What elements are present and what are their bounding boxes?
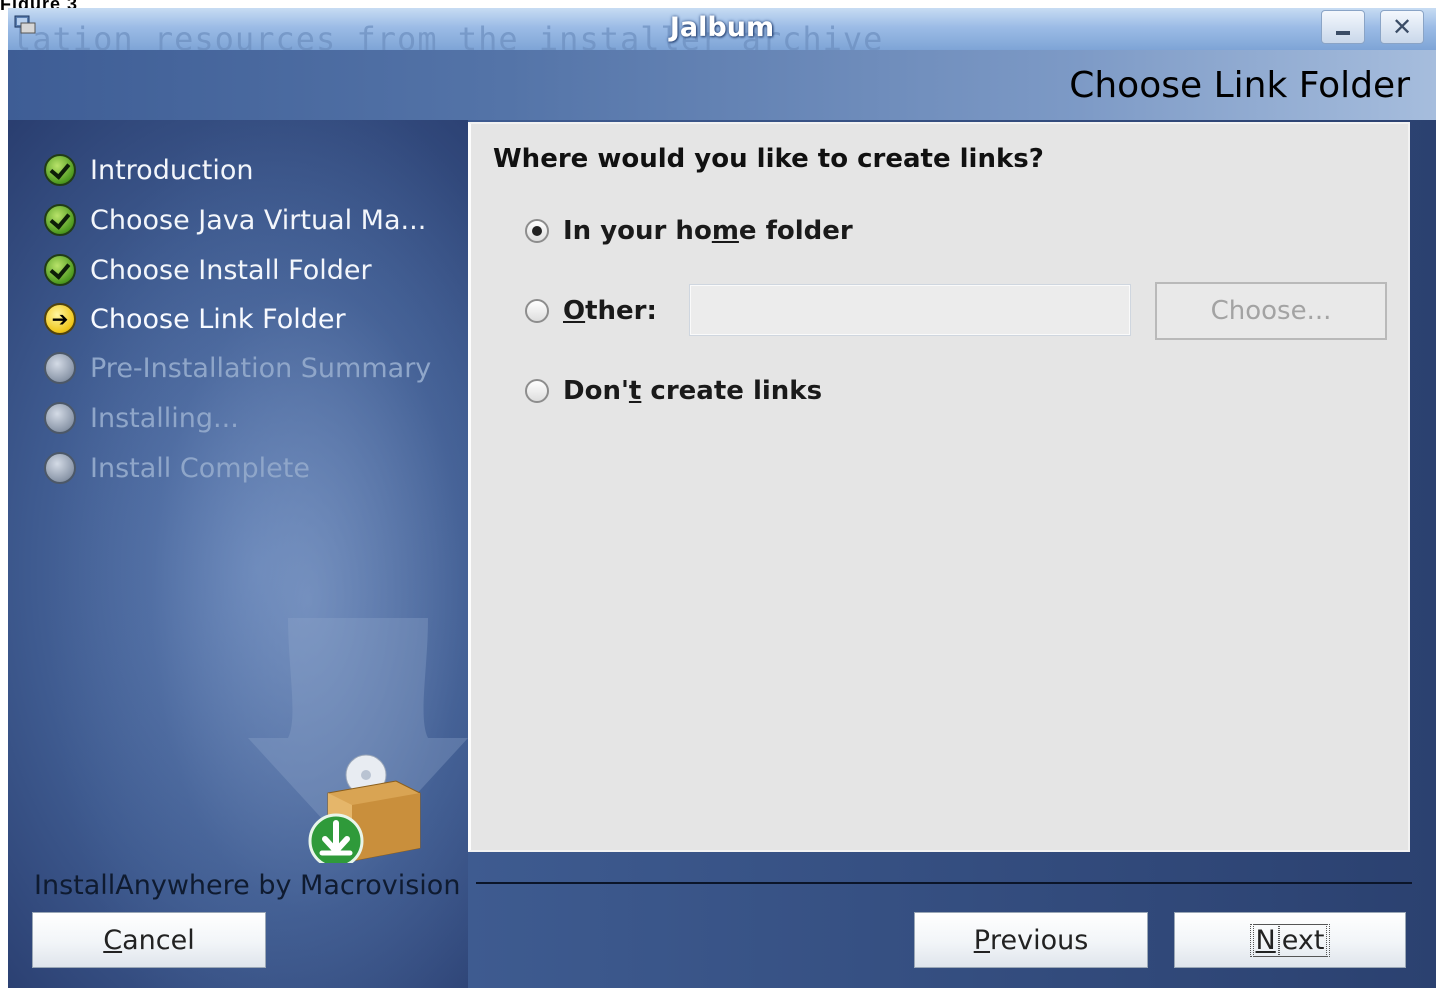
option-home-folder[interactable]: In your home folder (525, 216, 853, 246)
minimize-button[interactable] (1321, 10, 1365, 44)
radio-button-selected[interactable] (525, 219, 549, 243)
page-title: Choose Link Folder (1069, 65, 1410, 106)
close-icon: ✕ (1391, 13, 1413, 41)
previous-button[interactable]: Previous (914, 912, 1148, 968)
choose-button[interactable]: Choose... (1155, 282, 1387, 340)
step-item: Pre-Installation Summary (44, 351, 431, 385)
check-icon (44, 254, 76, 286)
step-item: Installing... (44, 401, 239, 435)
step-item: Install Complete (44, 451, 310, 485)
option-label: Don't create links (563, 376, 823, 406)
step-label: Pre-Installation Summary (90, 352, 432, 384)
pending-circle-icon (44, 402, 76, 434)
option-label: In your home folder (563, 216, 853, 246)
step-label: Install Complete (90, 452, 310, 484)
other-path-input[interactable] (689, 284, 1131, 336)
step-item: Choose Java Virtual Ma... (44, 203, 426, 237)
radio-button[interactable] (525, 299, 549, 323)
radio-button[interactable] (525, 379, 549, 403)
option-dont-create-links[interactable]: Don't create links (525, 376, 822, 406)
step-label: Choose Install Folder (90, 254, 372, 286)
question-heading: Where would you like to create links? (493, 144, 1044, 174)
step-item: Choose Install Folder (44, 253, 372, 287)
pending-circle-icon (44, 452, 76, 484)
step-label: Introduction (90, 154, 254, 186)
arrow-right-icon (44, 303, 76, 335)
check-icon (44, 204, 76, 236)
window-title: Jalbum (669, 12, 775, 43)
step-label: Choose Link Folder (90, 303, 346, 335)
close-button[interactable]: ✕ (1380, 10, 1424, 44)
step-label: Choose Java Virtual Ma... (90, 204, 427, 236)
next-button[interactable]: Next (1174, 912, 1406, 968)
option-label: Other: (563, 296, 657, 326)
content-panel: Where would you like to create links? In… (468, 122, 1410, 852)
step-item: Introduction (44, 153, 254, 187)
step-label: Installing... (90, 402, 239, 434)
vendor-brand: InstallAnywhere by Macrovision (34, 870, 461, 901)
divider (476, 882, 1412, 884)
step-item-current: Choose Link Folder (44, 302, 346, 336)
minimize-icon (1336, 31, 1350, 35)
installer-window: lation resources from the installer arch… (8, 8, 1436, 988)
cancel-button[interactable]: Cancel (32, 912, 266, 968)
install-box-icon (308, 754, 421, 863)
title-bar[interactable]: lation resources from the installer arch… (8, 8, 1436, 50)
pending-circle-icon (44, 352, 76, 384)
option-other[interactable]: Other: (525, 296, 657, 326)
check-icon (44, 154, 76, 186)
focus-ring: Next (1249, 923, 1331, 957)
